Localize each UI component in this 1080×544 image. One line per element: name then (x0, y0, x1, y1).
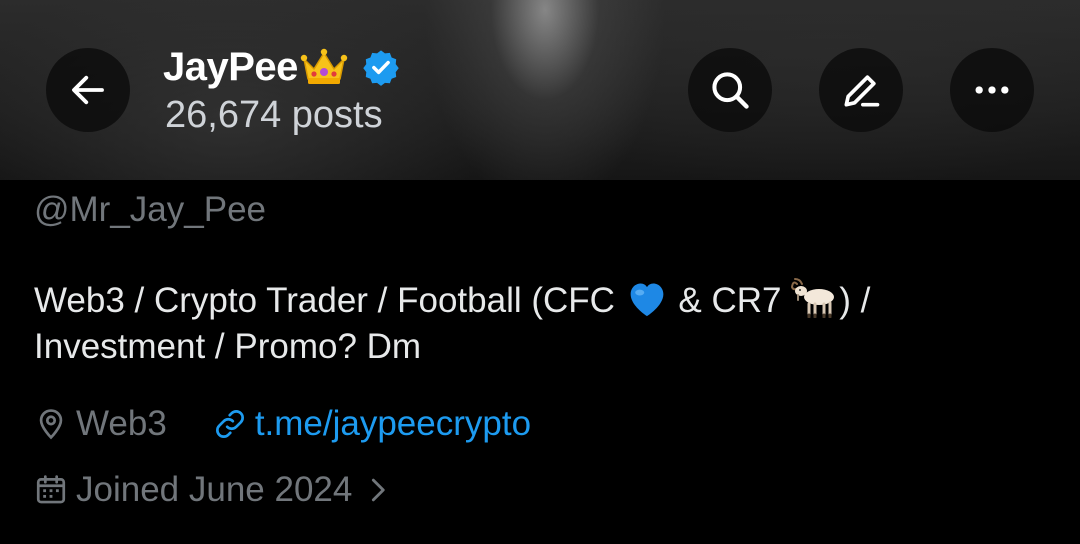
bio-text-2: & CR7 (668, 281, 792, 320)
more-horizontal-icon (975, 86, 1009, 94)
profile-bio: Web3 / Crypto Trader / Football (CFC & C… (34, 278, 1054, 370)
website-link-text[interactable]: t.me/jaypeecrypto (255, 404, 531, 444)
arrow-left-icon (72, 75, 104, 105)
header-banner (0, 0, 1080, 180)
location-pin-icon (39, 409, 63, 440)
profile-name-row: JayPee (163, 40, 400, 94)
profile-joined-row[interactable]: Joined June 2024 (34, 470, 392, 510)
profile-handle: @Mr_Jay_Pee (34, 190, 267, 229)
back-button[interactable] (46, 48, 130, 132)
verified-badge-icon[interactable] (362, 48, 400, 86)
calendar-icon (36, 475, 66, 504)
profile-page: JayPee 26,674 posts @Mr_Jay_Pee Web3 / C… (0, 0, 1080, 544)
search-icon (712, 72, 749, 109)
bio-text-line2: Investment / Promo? Dm (34, 327, 422, 366)
profile-location: Web3 (76, 404, 167, 443)
profile-joined-date: Joined June 2024 (76, 470, 353, 509)
display-name: JayPee (163, 44, 298, 89)
profile-website-link[interactable]: t.me/jaypeecrypto (213, 404, 531, 444)
bio-text-1: Web3 / Crypto Trader / Football (CFC (34, 281, 625, 320)
link-icon (215, 410, 244, 438)
search-button[interactable] (688, 48, 772, 132)
bio-text-3: ) / (839, 281, 871, 320)
more-button[interactable] (950, 48, 1034, 132)
post-count: 26,674 posts (165, 94, 383, 136)
edit-pencil-icon (844, 75, 880, 107)
blue-heart-emoji (630, 283, 664, 317)
chevron-right-icon (372, 478, 386, 502)
edit-button[interactable] (819, 48, 903, 132)
profile-meta-location-website: Web3 t.me/jaypeecrypto (34, 404, 531, 444)
crown-emoji (300, 48, 348, 84)
goat-emoji (791, 278, 835, 318)
